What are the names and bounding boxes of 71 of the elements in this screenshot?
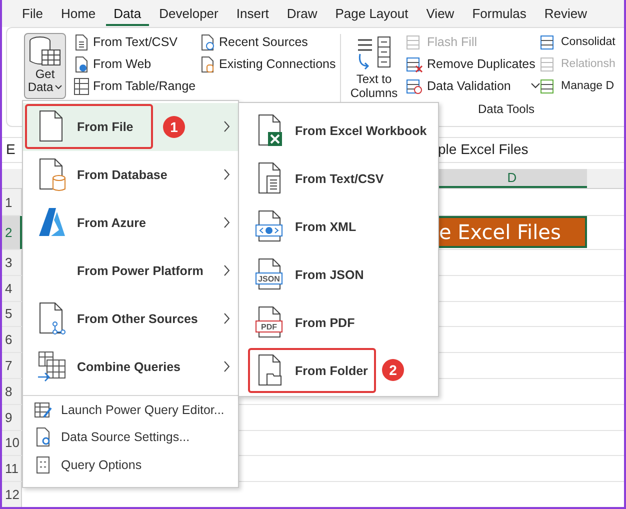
- callout-badge: 2: [382, 359, 404, 381]
- row-header[interactable]: 7: [2, 353, 22, 378]
- ribbon-tab[interactable]: Formulas: [464, 2, 534, 26]
- menu-item[interactable]: From Folder 2: [239, 347, 438, 395]
- remove-duplicates-icon: [406, 56, 423, 72]
- ribbon-tab[interactable]: View: [418, 2, 462, 26]
- ribbon-command[interactable]: Consolidat: [540, 33, 616, 51]
- network-file-icon: [37, 302, 67, 336]
- ribbon-command[interactable]: Data Validation: [406, 77, 540, 95]
- ribbon-tab[interactable]: Home: [52, 2, 104, 26]
- group-label: Data Tools: [478, 102, 536, 116]
- database-table-icon: [28, 36, 62, 68]
- row-header[interactable]: 6: [2, 327, 22, 352]
- caret-icon: [530, 83, 540, 89]
- row-header[interactable]: 8: [2, 378, 22, 404]
- ribbon-tab[interactable]: Developer: [151, 2, 226, 26]
- menu-item[interactable]: From XML: [239, 203, 438, 251]
- menu-item[interactable]: JSON From JSON: [239, 251, 438, 299]
- ribbon-command[interactable]: From Web: [74, 55, 200, 73]
- menu-item[interactable]: Combine Queries: [23, 343, 238, 391]
- chevron-right-icon: [224, 265, 230, 276]
- menu-item[interactable]: Launch Power Query Editor...: [23, 395, 238, 423]
- ribbon-tab[interactable]: Page Layout: [327, 2, 416, 26]
- ribbon-command[interactable]: Recent Sources: [200, 33, 340, 51]
- menu-item[interactable]: Data Source Settings...: [23, 423, 238, 451]
- caret-icon: [55, 85, 62, 90]
- row-header[interactable]: 10: [2, 430, 22, 456]
- chevron-right-icon: [224, 361, 230, 372]
- database-icon: [37, 158, 67, 192]
- ribbon-tab[interactable]: Review: [536, 2, 596, 26]
- chevron-right-icon: [224, 169, 230, 180]
- xml-file-icon: [255, 210, 285, 244]
- row-header[interactable]: 4: [2, 276, 22, 301]
- get-data-button[interactable]: Get Data: [24, 33, 66, 99]
- menu-item[interactable]: From Text/CSV: [239, 155, 438, 203]
- menu-item[interactable]: Query Options: [23, 451, 238, 479]
- chevron-right-icon: [224, 313, 230, 324]
- row-header[interactable]: 3: [2, 250, 22, 275]
- chevron-right-icon: [224, 121, 230, 132]
- menu-item[interactable]: PDF From PDF: [239, 299, 438, 347]
- row-header[interactable]: 2: [2, 216, 22, 249]
- menu-item[interactable]: From Other Sources: [23, 295, 238, 343]
- ribbon-command[interactable]: From Table/Range: [74, 77, 200, 95]
- ribbon-tab[interactable]: Insert: [228, 2, 277, 26]
- table-edit-icon: [33, 400, 53, 420]
- column-header[interactable]: D: [437, 169, 587, 188]
- row-header[interactable]: 12: [2, 482, 22, 507]
- row-header[interactable]: 11: [2, 456, 22, 482]
- combine-tables-icon: [37, 350, 67, 384]
- ribbon-tab[interactable]: File: [14, 2, 51, 26]
- text-to-columns-button[interactable]: Text to Columns: [348, 32, 400, 100]
- ribbon-command[interactable]: Existing Connections: [200, 55, 340, 73]
- row-header[interactable]: 1: [2, 189, 22, 215]
- database-file-icon: [200, 56, 215, 72]
- menu-item[interactable]: From Azure: [23, 199, 238, 247]
- callout-badge: 1: [163, 116, 185, 138]
- row-header[interactable]: 9: [2, 404, 22, 430]
- row-header[interactable]: 5: [2, 302, 22, 326]
- menu-item[interactable]: From Excel Workbook: [239, 107, 438, 155]
- menu-item[interactable]: From Database: [23, 151, 238, 199]
- title-cell: e Excel Files: [437, 216, 587, 248]
- ribbon-tab[interactable]: Draw: [278, 2, 326, 26]
- table-icon: [74, 78, 89, 94]
- menu-item[interactable]: From Power Platform: [23, 247, 238, 295]
- menu-item[interactable]: From File 1: [23, 103, 238, 151]
- text-file-icon: [74, 34, 89, 50]
- chevron-right-icon: [224, 217, 230, 228]
- ribbon-command[interactable]: From Text/CSV: [74, 33, 200, 51]
- ribbon-command[interactable]: Remove Duplicates: [406, 55, 540, 73]
- web-file-icon: [74, 56, 89, 72]
- ribbon-command[interactable]: Manage D: [540, 77, 616, 95]
